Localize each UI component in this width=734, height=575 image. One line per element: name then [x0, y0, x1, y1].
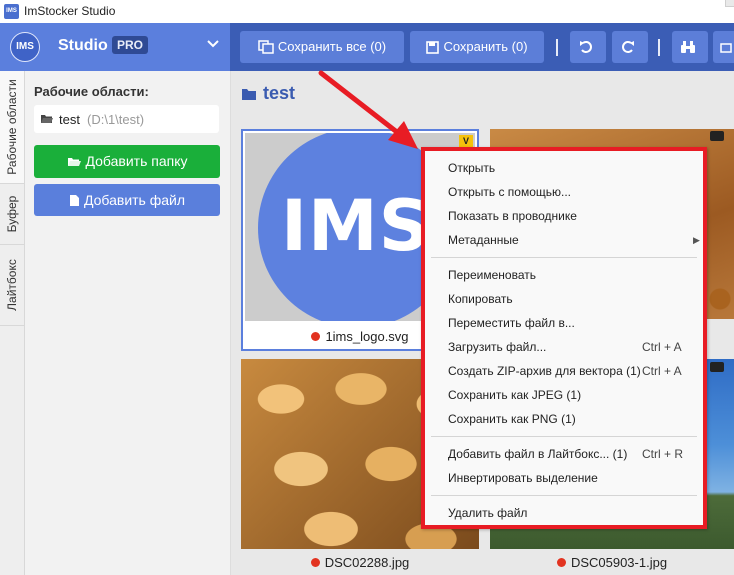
folder-icon: [242, 89, 256, 100]
menu-item-label: Открыть с помощью...: [448, 185, 572, 199]
add-file-label: Добавить файл: [83, 192, 186, 208]
menu-item-label: Создать ZIP-архив для вектора (1): [448, 364, 641, 378]
file-name-text: DSC05903-1.jpg: [570, 555, 668, 570]
undo-button[interactable]: [570, 31, 606, 63]
top-toolbar: IMS Studio PRO Сохранить все (0) Сохрани…: [0, 23, 734, 71]
window-control[interactable]: [725, 0, 734, 7]
menu-separator: [431, 495, 697, 496]
menu-separator: [431, 436, 697, 437]
save-all-icon: [258, 40, 274, 54]
folder-open-icon: [67, 158, 81, 166]
brand-menu[interactable]: IMS Studio PRO: [0, 23, 230, 71]
file-icon: [69, 195, 79, 206]
save-button[interactable]: Сохранить (0): [410, 31, 544, 63]
menu-item-label: Метаданные: [448, 233, 519, 247]
file-name: DSC02288.jpg: [241, 555, 479, 570]
context-menu: Открыть Открыть с помощью... Показать в …: [421, 147, 707, 529]
menu-item-shortcut: Ctrl + R: [642, 447, 684, 461]
title-bar: IMS ImStocker Studio: [0, 0, 734, 24]
menu-item-delete[interactable]: Удалить файл: [425, 502, 703, 524]
app-icon: IMS: [4, 4, 19, 19]
save-all-label: Сохранить все (0): [277, 39, 387, 54]
menu-item-save-jpeg[interactable]: Сохранить как JPEG (1): [425, 384, 703, 406]
menu-item-open[interactable]: Открыть: [425, 157, 703, 179]
menu-item-label: Сохранить как PNG (1): [448, 412, 576, 426]
menu-item-label: Загрузить файл...: [448, 340, 547, 354]
menu-item-shortcut: Ctrl + A: [642, 340, 682, 354]
menu-item-add-lightbox[interactable]: Добавить файл в Лайтбокс... (1) Ctrl + R: [425, 443, 703, 465]
menu-item-label: Открыть: [448, 161, 496, 175]
menu-item-label: Добавить файл в Лайтбокс... (1): [448, 447, 628, 461]
folder-title-text: test: [263, 83, 296, 103]
pro-badge: PRO: [112, 36, 149, 54]
menu-item-move[interactable]: Переместить файл в...: [425, 312, 703, 334]
toolbar-extra-button[interactable]: [713, 31, 734, 63]
menu-item-show-in-explorer[interactable]: Показать в проводнике: [425, 205, 703, 227]
save-icon: [426, 41, 440, 54]
menu-item-metadata[interactable]: Метаданные ▶: [425, 229, 703, 251]
extra-icon: [720, 43, 732, 53]
add-file-button[interactable]: Добавить файл: [34, 184, 220, 216]
tab-workspaces-label: Рабочие области: [5, 79, 19, 175]
menu-item-label: Удалить файл: [448, 506, 528, 520]
chevron-down-icon[interactable]: [207, 36, 219, 52]
menu-item-rename[interactable]: Переименовать: [425, 264, 703, 286]
workspace-name: test: [59, 112, 80, 127]
menu-item-label: Показать в проводнике: [448, 209, 577, 223]
vertical-tabs: Рабочие области Буфер Лайтбокс: [0, 71, 25, 575]
redo-button[interactable]: [612, 31, 648, 63]
workspaces-title: Рабочие области:: [34, 84, 149, 99]
menu-item-open-with[interactable]: Открыть с помощью...: [425, 181, 703, 203]
file-name-text: DSC02288.jpg: [324, 555, 410, 570]
tab-lightbox[interactable]: Лайтбокс: [0, 245, 24, 326]
tab-buffer[interactable]: Буфер: [0, 184, 24, 245]
binoculars-icon: [681, 41, 695, 53]
vector-badge: V: [459, 135, 473, 147]
save-label: Сохранить (0): [443, 39, 528, 54]
tab-workspaces[interactable]: Рабочие области: [0, 71, 24, 184]
workspaces-panel: Рабочие области: test (D:\1\test) Добави…: [25, 71, 231, 575]
redo-icon: [622, 41, 634, 53]
menu-item-create-zip[interactable]: Создать ZIP-архив для вектора (1) Ctrl + …: [425, 360, 703, 382]
add-folder-button[interactable]: Добавить папку: [34, 145, 220, 178]
folder-title: test: [241, 83, 295, 104]
menu-item-label: Инвертировать выделение: [448, 471, 598, 485]
status-dot: [310, 558, 320, 567]
menu-item-shortcut: Ctrl + A: [642, 364, 682, 378]
toolbar-divider-2: [658, 39, 660, 56]
binoculars-button[interactable]: [672, 31, 708, 63]
file-name: DSC05903-1.jpg: [490, 555, 734, 570]
menu-item-label: Сохранить как JPEG (1): [448, 388, 582, 402]
menu-item-copy[interactable]: Копировать: [425, 288, 703, 310]
save-all-button[interactable]: Сохранить все (0): [240, 31, 404, 63]
camera-icon: [710, 362, 724, 372]
workspace-path: (D:\1\test): [87, 112, 145, 127]
status-dot: [556, 558, 566, 567]
menu-item-label: Переместить файл в...: [448, 316, 575, 330]
toolbar-divider: [556, 39, 558, 56]
undo-icon: [580, 41, 592, 53]
menu-item-upload[interactable]: Загрузить файл... Ctrl + A: [425, 336, 703, 358]
video-icon: [710, 131, 724, 141]
menu-item-invert-selection[interactable]: Инвертировать выделение: [425, 467, 703, 489]
status-dot: [311, 332, 321, 341]
menu-item-label: Копировать: [448, 292, 513, 306]
folder-open-icon: [41, 115, 53, 123]
workspace-item[interactable]: test (D:\1\test): [34, 105, 219, 133]
brand-logo: IMS: [10, 32, 40, 62]
menu-separator: [431, 257, 697, 258]
logo-preview-text: IMS: [281, 185, 431, 267]
window-title: ImStocker Studio: [24, 4, 116, 18]
add-folder-label: Добавить папку: [85, 153, 188, 169]
tab-buffer-label: Буфер: [5, 195, 19, 233]
menu-item-save-png[interactable]: Сохранить как PNG (1): [425, 408, 703, 430]
menu-item-label: Переименовать: [448, 268, 536, 282]
submenu-arrow-icon: ▶: [693, 235, 700, 245]
brand-name: Studio: [58, 37, 108, 54]
file-name-text: 1ims_logo.svg: [325, 329, 409, 344]
tab-lightbox-label: Лайтбокс: [5, 259, 19, 311]
